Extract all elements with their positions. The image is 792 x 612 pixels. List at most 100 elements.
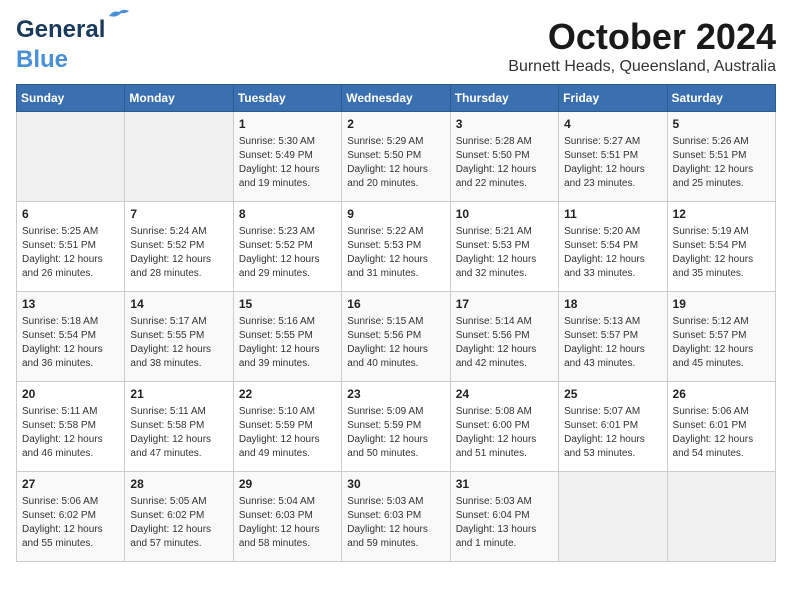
sunset-text: Sunset: 5:59 PM <box>239 420 313 431</box>
sunset-text: Sunset: 5:52 PM <box>239 240 313 251</box>
daylight-hours-text: Daylight: 12 hours <box>130 254 211 265</box>
cell-content: Sunrise: 5:30 AMSunset: 5:49 PMDaylight:… <box>239 135 336 191</box>
calendar-table: SundayMondayTuesdayWednesdayThursdayFrid… <box>16 84 776 562</box>
day-number: 11 <box>564 206 661 223</box>
logo: General Blue <box>16 16 105 74</box>
daylight-minutes-text: and 38 minutes. <box>130 358 201 369</box>
logo-bird-icon <box>105 6 133 24</box>
sunrise-text: Sunrise: 5:20 AM <box>564 226 640 237</box>
cell-content: Sunrise: 5:24 AMSunset: 5:52 PMDaylight:… <box>130 225 227 281</box>
cell-content: Sunrise: 5:06 AMSunset: 6:02 PMDaylight:… <box>22 495 119 551</box>
sunset-text: Sunset: 6:00 PM <box>456 420 530 431</box>
daylight-hours-text: Daylight: 12 hours <box>673 164 754 175</box>
daylight-minutes-text: and 58 minutes. <box>239 538 310 549</box>
day-number: 27 <box>22 476 119 493</box>
day-number: 26 <box>673 386 770 403</box>
daylight-minutes-text: and 55 minutes. <box>22 538 93 549</box>
calendar-cell: 1Sunrise: 5:30 AMSunset: 5:49 PMDaylight… <box>233 112 341 202</box>
sunset-text: Sunset: 5:58 PM <box>22 420 96 431</box>
day-number: 18 <box>564 296 661 313</box>
sunset-text: Sunset: 5:58 PM <box>130 420 204 431</box>
header-friday: Friday <box>559 85 667 112</box>
daylight-minutes-text: and 35 minutes. <box>673 268 744 279</box>
daylight-hours-text: Daylight: 12 hours <box>239 524 320 535</box>
cell-content: Sunrise: 5:28 AMSunset: 5:50 PMDaylight:… <box>456 135 553 191</box>
calendar-cell: 21Sunrise: 5:11 AMSunset: 5:58 PMDayligh… <box>125 382 233 472</box>
calendar-header: SundayMondayTuesdayWednesdayThursdayFrid… <box>17 85 776 112</box>
daylight-minutes-text: and 32 minutes. <box>456 268 527 279</box>
sunrise-text: Sunrise: 5:25 AM <box>22 226 98 237</box>
cell-content: Sunrise: 5:14 AMSunset: 5:56 PMDaylight:… <box>456 315 553 371</box>
daylight-minutes-text: and 28 minutes. <box>130 268 201 279</box>
sunset-text: Sunset: 5:54 PM <box>564 240 638 251</box>
cell-content: Sunrise: 5:19 AMSunset: 5:54 PMDaylight:… <box>673 225 770 281</box>
header-tuesday: Tuesday <box>233 85 341 112</box>
cell-content: Sunrise: 5:11 AMSunset: 5:58 PMDaylight:… <box>130 405 227 461</box>
sunrise-text: Sunrise: 5:09 AM <box>347 406 423 417</box>
sunrise-text: Sunrise: 5:16 AM <box>239 316 315 327</box>
title-area: October 2024 Burnett Heads, Queensland, … <box>508 16 776 76</box>
sunset-text: Sunset: 5:51 PM <box>564 150 638 161</box>
cell-content: Sunrise: 5:18 AMSunset: 5:54 PMDaylight:… <box>22 315 119 371</box>
sunset-text: Sunset: 5:56 PM <box>456 330 530 341</box>
daylight-hours-text: Daylight: 12 hours <box>347 434 428 445</box>
sunrise-text: Sunrise: 5:29 AM <box>347 136 423 147</box>
daylight-hours-text: Daylight: 12 hours <box>673 344 754 355</box>
day-number: 10 <box>456 206 553 223</box>
sunset-text: Sunset: 6:04 PM <box>456 510 530 521</box>
daylight-hours-text: Daylight: 12 hours <box>22 254 103 265</box>
sunrise-text: Sunrise: 5:12 AM <box>673 316 749 327</box>
calendar-cell <box>125 112 233 202</box>
day-number: 23 <box>347 386 444 403</box>
sunset-text: Sunset: 6:01 PM <box>564 420 638 431</box>
daylight-minutes-text: and 43 minutes. <box>564 358 635 369</box>
daylight-minutes-text: and 45 minutes. <box>673 358 744 369</box>
sunset-text: Sunset: 6:03 PM <box>347 510 421 521</box>
daylight-minutes-text: and 40 minutes. <box>347 358 418 369</box>
sunset-text: Sunset: 5:51 PM <box>22 240 96 251</box>
sunrise-text: Sunrise: 5:18 AM <box>22 316 98 327</box>
sunrise-text: Sunrise: 5:03 AM <box>347 496 423 507</box>
calendar-cell: 31Sunrise: 5:03 AMSunset: 6:04 PMDayligh… <box>450 472 558 562</box>
calendar-cell: 17 Sunrise: 5:14 AMSunset: 5:56 PMDayligh… <box>450 292 558 382</box>
sunrise-text: Sunrise: 5:06 AM <box>673 406 749 417</box>
sunset-text: Sunset: 5:56 PM <box>347 330 421 341</box>
day-number: 22 <box>239 386 336 403</box>
calendar-cell: 24Sunrise: 5:08 AMSunset: 6:00 PMDayligh… <box>450 382 558 472</box>
day-number: 16 <box>347 296 444 313</box>
sunrise-text: Sunrise: 5:08 AM <box>456 406 532 417</box>
day-number: 9 <box>347 206 444 223</box>
daylight-hours-text: Daylight: 12 hours <box>347 344 428 355</box>
daylight-minutes-text: and 29 minutes. <box>239 268 310 279</box>
calendar-cell: 16Sunrise: 5:15 AMSunset: 5:56 PMDayligh… <box>342 292 450 382</box>
daylight-hours-text: Daylight: 12 hours <box>347 524 428 535</box>
day-number: 17 <box>456 296 553 313</box>
calendar-cell: 5Sunrise: 5:26 AMSunset: 5:51 PMDaylight… <box>667 112 775 202</box>
sunrise-text: Sunrise: 5:24 AM <box>130 226 206 237</box>
sunset-text: Sunset: 5:54 PM <box>673 240 747 251</box>
daylight-minutes-text: and 50 minutes. <box>347 448 418 459</box>
sunrise-text: Sunrise: 5:03 AM <box>456 496 532 507</box>
calendar-cell: 8Sunrise: 5:23 AMSunset: 5:52 PMDaylight… <box>233 202 341 292</box>
calendar-cell: 4Sunrise: 5:27 AMSunset: 5:51 PMDaylight… <box>559 112 667 202</box>
daylight-hours-text: Daylight: 12 hours <box>347 164 428 175</box>
cell-content: Sunrise: 5:09 AMSunset: 5:59 PMDaylight:… <box>347 405 444 461</box>
calendar-cell: 26Sunrise: 5:06 AMSunset: 6:01 PMDayligh… <box>667 382 775 472</box>
daylight-minutes-text: and 22 minutes. <box>456 178 527 189</box>
daylight-minutes-text: and 26 minutes. <box>22 268 93 279</box>
sunrise-text: Sunrise: 5:17 AM <box>130 316 206 327</box>
daylight-hours-text: Daylight: 13 hours <box>456 524 537 535</box>
calendar-cell: 19Sunrise: 5:12 AMSunset: 5:57 PMDayligh… <box>667 292 775 382</box>
daylight-minutes-text: and 42 minutes. <box>456 358 527 369</box>
day-number: 5 <box>673 116 770 133</box>
sunset-text: Sunset: 5:57 PM <box>673 330 747 341</box>
day-number: 25 <box>564 386 661 403</box>
daylight-minutes-text: and 46 minutes. <box>22 448 93 459</box>
calendar-cell: 23 Sunrise: 5:09 AMSunset: 5:59 PMDayligh… <box>342 382 450 472</box>
calendar-cell: 3Sunrise: 5:28 AMSunset: 5:50 PMDaylight… <box>450 112 558 202</box>
calendar-cell: 27 Sunrise: 5:06 AMSunset: 6:02 PMDayligh… <box>17 472 125 562</box>
sunset-text: Sunset: 5:50 PM <box>456 150 530 161</box>
calendar-cell: 6Sunrise: 5:25 AMSunset: 5:51 PMDaylight… <box>17 202 125 292</box>
cell-content: Sunrise: 5:03 AM Sunset: 6:03 PM Daylight:… <box>347 495 444 551</box>
daylight-minutes-text: and 36 minutes. <box>22 358 93 369</box>
